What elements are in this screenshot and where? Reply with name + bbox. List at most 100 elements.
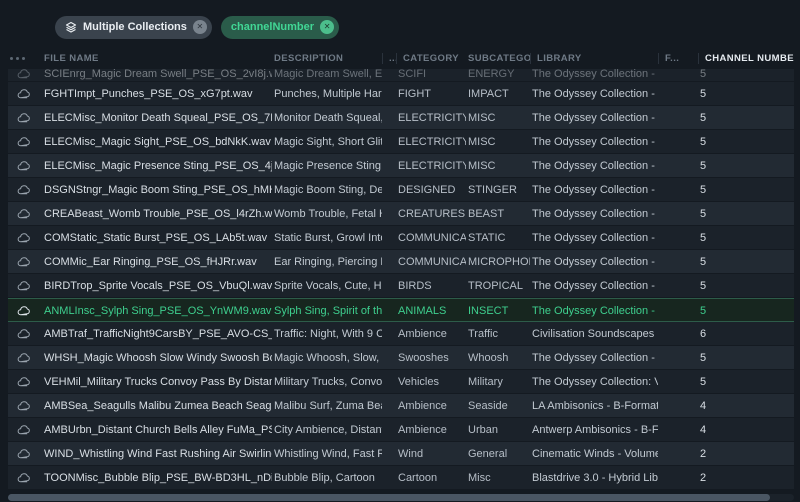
table-row[interactable]: ANMLInsc_Sylph Sing_PSE_OS_YnWM9.wav Syl… [8, 298, 794, 322]
cell-channel-number: 5 [698, 280, 794, 292]
cell-subcategory: Traffic [466, 328, 530, 340]
column-header-file-name[interactable]: FILE NAME [42, 53, 272, 64]
cell-subcategory: Whoosh [466, 352, 530, 364]
cell-library: The Odyssey Collection - Starter [530, 136, 658, 148]
cell-subcategory: General [466, 448, 530, 460]
table-row[interactable]: COMStatic_Static Burst_PSE_OS_LAb5t.wav … [8, 226, 794, 250]
cell-file-name: SCIEnrg_Magic Dream Swell_PSE_OS_2vI8j.w… [42, 69, 272, 80]
cell-library: The Odyssey Collection - Starter [530, 280, 658, 292]
cell-file-name: AMBSea_Seagulls Malibu Zumea Beach Seagu… [42, 400, 272, 412]
close-icon[interactable]: ✕ [193, 20, 207, 34]
cell-library: The Odyssey Collection - Starter [530, 208, 658, 220]
cell-category: DESIGNED [396, 184, 466, 196]
cloud-icon [8, 159, 42, 173]
cloud-icon [8, 327, 42, 341]
table-header: FILE NAME DESCRIPTION ... CATEGORY SUBCA… [8, 47, 794, 69]
table-row[interactable]: AMBSea_Seagulls Malibu Zumea Beach Seagu… [8, 394, 794, 418]
cell-subcategory: INSECT [466, 305, 530, 317]
cell-library: The Odyssey Collection - Designed [530, 352, 658, 364]
cell-file-name: ANMLInsc_Sylph Sing_PSE_OS_YnWM9.wav [42, 305, 272, 317]
column-header-collapsed[interactable]: ... [382, 53, 396, 64]
cloud-icon [8, 304, 42, 318]
cell-subcategory: Urban [466, 424, 530, 436]
cell-library: The Odyssey Collection - Starter [530, 232, 658, 244]
cell-description: Military Trucks, Convoy P... [272, 376, 382, 388]
cell-file-name: CREABeast_Womb Trouble_PSE_OS_l4rZh.wav [42, 208, 272, 220]
table-row[interactable]: TOONMisc_Bubble Blip_PSE_BW-BD3HL_nDie8.… [8, 466, 794, 490]
cell-library: The Odyssey Collection - Starter [530, 112, 658, 124]
cell-channel-number: 4 [698, 400, 794, 412]
cell-category: ANIMALS [396, 305, 466, 317]
cell-library: Antwerp Ambisonics - B-Format [530, 424, 658, 436]
column-header-f[interactable]: F... [658, 53, 698, 64]
cell-channel-number: 6 [698, 328, 794, 340]
cell-file-name: ELECMisc_Magic Sight_PSE_OS_bdNkK.wav [42, 136, 272, 148]
cell-category: Ambience [396, 400, 466, 412]
cell-channel-number: 5 [698, 136, 794, 148]
cell-category: Cartoon [396, 472, 466, 484]
column-header-library[interactable]: LIBRARY [530, 53, 658, 64]
table-row[interactable]: ELECMisc_Magic Sight_PSE_OS_bdNkK.wav Ma… [8, 130, 794, 154]
table-row[interactable]: COMMic_Ear Ringing_PSE_OS_fHJRr.wav Ear … [8, 250, 794, 274]
cell-subcategory: MICROPHONE [466, 256, 530, 268]
table-row[interactable]: WHSH_Magic Whoosh Slow Windy Swoosh Boom… [8, 346, 794, 370]
cell-description: Sprite Vocals, Cute, High ... [272, 280, 382, 292]
cell-file-name: COMMic_Ear Ringing_PSE_OS_fHJRr.wav [42, 256, 272, 268]
cell-subcategory: MISC [466, 112, 530, 124]
table-row[interactable]: AMBTraf_TrafficNight9CarsBY_PSE_AVO-CS_3… [8, 322, 794, 346]
table-row[interactable]: SCIEnrg_Magic Dream Swell_PSE_OS_2vI8j.w… [8, 69, 794, 82]
filter-chip-channel-number[interactable]: channelNumber ✕ [221, 16, 339, 39]
cell-channel-number: 5 [698, 184, 794, 196]
cell-channel-number: 5 [698, 256, 794, 268]
cell-file-name: FGHTImpt_Punches_PSE_OS_xG7pt.wav [42, 88, 272, 100]
filter-chip-multiple-collections[interactable]: Multiple Collections ✕ [55, 16, 212, 39]
cell-subcategory: IMPACT [466, 88, 530, 100]
cell-description: Monitor Death Squeal, St... [272, 112, 382, 124]
cell-description: City Ambience, Distant Ch... [272, 424, 382, 436]
cloud-icon [8, 279, 42, 293]
cell-file-name: ELECMisc_Monitor Death Squeal_PSE_OS_7FO… [42, 112, 272, 124]
table-row[interactable]: FGHTImpt_Punches_PSE_OS_xG7pt.wav Punche… [8, 82, 794, 106]
cell-description: Magic Sight, Short Glitter... [272, 136, 382, 148]
horizontal-scrollbar-track[interactable] [8, 494, 794, 501]
cell-category: Swooshes [396, 352, 466, 364]
cell-channel-number: 5 [698, 232, 794, 244]
table-row[interactable]: AMBUrbn_Distant Church Bells Alley FuMa_… [8, 418, 794, 442]
table-row[interactable]: DSGNStngr_Magic Boom Sting_PSE_OS_hMHDY.… [8, 178, 794, 202]
cloud-icon [8, 423, 42, 437]
table-row[interactable]: CREABeast_Womb Trouble_PSE_OS_l4rZh.wav … [8, 202, 794, 226]
table-row[interactable]: BIRDTrop_Sprite Vocals_PSE_OS_VbuQl.wav … [8, 274, 794, 298]
table-row[interactable]: ELECMisc_Monitor Death Squeal_PSE_OS_7FO… [8, 106, 794, 130]
cell-library: Cinematic Winds - Volume 2 [530, 448, 658, 460]
cell-library: The Odyssey Collection - Starter [530, 160, 658, 172]
cell-category: COMMUNICATI... [396, 256, 466, 268]
column-header-description[interactable]: DESCRIPTION [272, 53, 382, 64]
close-icon[interactable]: ✕ [320, 20, 334, 34]
table-row[interactable]: VEHMil_Military Trucks Convoy Pass By Di… [8, 370, 794, 394]
cell-description: Magic Dream Swell, Eerie ... [272, 69, 382, 80]
cell-library: LA Ambisonics - B-Format [530, 400, 658, 412]
cloud-icon [8, 447, 42, 461]
column-header-subcategory[interactable]: SUBCATEGORY [466, 53, 530, 64]
table-body: SCIEnrg_Magic Dream Swell_PSE_OS_2vI8j.w… [8, 69, 794, 490]
results-table: FILE NAME DESCRIPTION ... CATEGORY SUBCA… [8, 47, 794, 490]
table-row[interactable]: ELECMisc_Magic Presence Sting_PSE_OS_4jv… [8, 154, 794, 178]
table-row[interactable]: WIND_Whistling Wind Fast Rushing Air Swi… [8, 442, 794, 466]
column-header-channel-number[interactable]: CHANNEL NUMBER [698, 53, 794, 64]
cell-category: CREATURES [396, 208, 466, 220]
cell-file-name: AMBTraf_TrafficNight9CarsBY_PSE_AVO-CS_3… [42, 328, 272, 340]
cell-file-name: TOONMisc_Bubble Blip_PSE_BW-BD3HL_nDie8.… [42, 472, 272, 484]
cloud-icon [8, 351, 42, 365]
horizontal-scrollbar-thumb[interactable] [8, 494, 770, 501]
cell-library: Blastdrive 3.0 - Hybrid Library [530, 472, 658, 484]
cell-file-name: COMStatic_Static Burst_PSE_OS_LAb5t.wav [42, 232, 272, 244]
cell-library: The Odyssey Collection - Starter [530, 256, 658, 268]
cloud-icon [8, 183, 42, 197]
cell-file-name: WIND_Whistling Wind Fast Rushing Air Swi… [42, 448, 272, 460]
cloud-icon [8, 255, 42, 269]
columns-menu-icon[interactable] [8, 57, 42, 60]
column-header-category[interactable]: CATEGORY [396, 53, 466, 64]
cloud-icon [8, 231, 42, 245]
cell-subcategory: Military [466, 376, 530, 388]
cell-description: Whistling Wind, Fast Rush... [272, 448, 382, 460]
